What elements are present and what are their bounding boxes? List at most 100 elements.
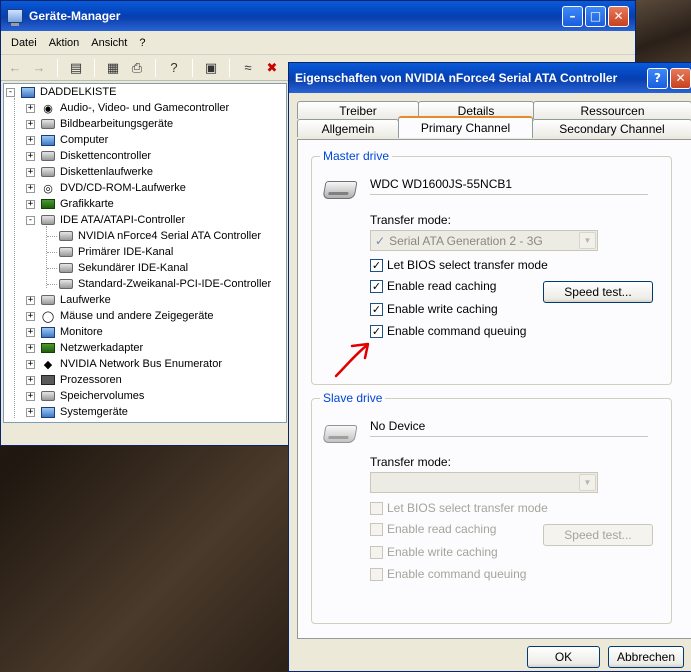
close-button[interactable]: ✕ xyxy=(608,5,629,27)
master-speed-test-button[interactable]: Speed test... xyxy=(543,281,653,303)
expand-toggle[interactable]: + xyxy=(26,103,35,113)
tree-item[interactable]: + Grafikkarte xyxy=(26,196,114,212)
tree-child-item[interactable]: NVIDIA nForce4 Serial ATA Controller xyxy=(58,228,261,244)
slave-drive-group: Slave drive No Device Transfer mode: ▼ L… xyxy=(311,391,672,624)
expand-toggle[interactable]: + xyxy=(26,391,35,401)
master-transfer-select[interactable]: ✓ Serial ATA Generation 2 - 3G ▼ xyxy=(370,230,598,251)
maximize-button[interactable]: □ xyxy=(585,5,606,27)
checkbox[interactable]: ✓ xyxy=(370,258,383,272)
show-hide-tree-icon[interactable]: ▤ xyxy=(66,59,86,77)
toolbar-separator xyxy=(57,58,58,77)
tree-item-label: Prozessoren xyxy=(60,374,122,386)
expand-toggle[interactable]: + xyxy=(26,135,35,145)
tree-item[interactable]: + Speichervolumes xyxy=(26,388,144,404)
tab-secondary-channel[interactable]: Secondary Channel xyxy=(532,119,691,137)
option-label: Enable read caching xyxy=(387,522,497,536)
slave-write-caching-option[interactable]: Enable write caching xyxy=(370,545,498,559)
expand-toggle[interactable]: + xyxy=(26,343,35,353)
device-tree[interactable]: - DADDELKISTE + ◉ Audio-, Video- und Gam… xyxy=(3,83,287,423)
tree-item-label: Netzwerkadapter xyxy=(60,342,144,354)
menu-ansicht[interactable]: Ansicht xyxy=(85,35,133,51)
option-label: Enable command queuing xyxy=(387,567,527,581)
minimize-button[interactable]: – xyxy=(562,5,583,27)
tree-item[interactable]: + Systemgeräte xyxy=(26,404,128,420)
cdrom-icon: ◎ xyxy=(43,182,53,195)
tree-line xyxy=(47,236,57,237)
hard-drive-icon xyxy=(322,425,358,443)
expand-toggle[interactable]: + xyxy=(26,407,35,417)
master-transfer-value: Serial ATA Generation 2 - 3G xyxy=(389,233,543,248)
audio-icon: ◉ xyxy=(43,102,53,115)
help-icon[interactable]: ? xyxy=(164,59,184,77)
tree-item-label: Audio-, Video- und Gamecontroller xyxy=(60,102,230,114)
dialog-titlebar[interactable]: Eigenschaften von NVIDIA nForce4 Serial … xyxy=(289,63,691,93)
tree-item[interactable]: + Prozessoren xyxy=(26,372,122,388)
master-read-caching-option[interactable]: ✓ Enable read caching xyxy=(370,279,496,293)
expand-toggle[interactable]: + xyxy=(26,119,35,129)
device-manager-titlebar[interactable]: Geräte-Manager – □ ✕ xyxy=(1,1,635,31)
slave-command-queuing-option[interactable]: Enable command queuing xyxy=(370,567,526,581)
slave-speed-test-button[interactable]: Speed test... xyxy=(543,524,653,546)
master-bios-option[interactable]: ✓ Let BIOS select transfer mode xyxy=(370,258,548,272)
collapse-toggle[interactable]: - xyxy=(6,87,15,97)
floppy-drive-icon xyxy=(40,165,56,179)
tree-item[interactable]: + Diskettenlaufwerke xyxy=(26,164,153,180)
tree-item[interactable]: + Diskettencontroller xyxy=(26,148,151,164)
menu-help[interactable]: ? xyxy=(133,35,151,51)
tree-child-item[interactable]: Standard-Zweikanal-PCI-IDE-Controller xyxy=(58,276,271,292)
master-write-caching-option[interactable]: ✓ Enable write caching xyxy=(370,302,498,316)
print-icon[interactable]: ⎙ xyxy=(127,59,147,77)
checkbox[interactable] xyxy=(370,545,383,559)
tree-item[interactable]: + ◎ DVD/CD-ROM-Laufwerke xyxy=(26,180,186,196)
tree-item[interactable]: + Monitore xyxy=(26,324,103,340)
tree-child-item[interactable]: Primärer IDE-Kanal xyxy=(58,244,173,260)
help-button[interactable]: ? xyxy=(647,67,668,89)
checkbox[interactable]: ✓ xyxy=(370,302,383,316)
expand-toggle[interactable]: + xyxy=(26,183,35,193)
ok-button[interactable]: OK xyxy=(527,646,600,668)
forward-arrow-icon[interactable]: → xyxy=(29,59,49,77)
tab-primary-channel[interactable]: Primary Channel xyxy=(398,116,533,138)
checkbox[interactable] xyxy=(370,501,383,515)
back-arrow-icon[interactable]: ← xyxy=(5,59,25,77)
expand-toggle[interactable]: + xyxy=(26,199,35,209)
properties-icon[interactable]: ▦ xyxy=(103,59,123,77)
update-driver-icon[interactable]: ≈ xyxy=(238,59,258,77)
tab-ressourcen[interactable]: Ressourcen xyxy=(533,101,691,119)
tree-item-label: Sekundärer IDE-Kanal xyxy=(78,262,189,274)
expand-toggle[interactable]: + xyxy=(26,375,35,385)
checkbox[interactable] xyxy=(370,522,383,536)
checkbox[interactable]: ✓ xyxy=(370,324,383,338)
menu-datei[interactable]: Datei xyxy=(5,35,43,51)
tree-child-item[interactable]: Sekundärer IDE-Kanal xyxy=(58,260,188,276)
cancel-button[interactable]: Abbrechen xyxy=(608,646,684,668)
tree-item[interactable]: + ◯ Mäuse und andere Zeigegeräte xyxy=(26,308,214,324)
tree-item[interactable]: + ◉ Audio-, Video- und Gamecontroller xyxy=(26,100,229,116)
menu-aktion[interactable]: Aktion xyxy=(43,35,86,51)
expand-toggle[interactable]: + xyxy=(26,327,35,337)
expand-toggle[interactable]: + xyxy=(26,167,35,177)
slave-transfer-select[interactable]: ▼ xyxy=(370,472,598,493)
expand-toggle[interactable]: + xyxy=(26,295,35,305)
tree-item[interactable]: + ◆ NVIDIA Network Bus Enumerator xyxy=(26,356,222,372)
tree-item[interactable]: + Laufwerke xyxy=(26,292,111,308)
slave-bios-option[interactable]: Let BIOS select transfer mode xyxy=(370,501,548,515)
slave-read-caching-option[interactable]: Enable read caching xyxy=(370,522,496,536)
tree-item[interactable]: - IDE ATA/ATAPI-Controller xyxy=(26,212,185,228)
tree-item[interactable]: + Computer xyxy=(26,132,108,148)
checkbox[interactable]: ✓ xyxy=(370,279,383,293)
tab-allgemein[interactable]: Allgemein xyxy=(297,119,399,137)
checkbox[interactable] xyxy=(370,567,383,581)
expand-toggle[interactable]: + xyxy=(26,311,35,321)
tree-item-label: Systemgeräte xyxy=(60,406,128,418)
tree-item[interactable]: + Bildbearbeitungsgeräte xyxy=(26,116,173,132)
tree-item[interactable]: + Netzwerkadapter xyxy=(26,340,143,356)
tree-root[interactable]: - DADDELKISTE xyxy=(6,84,116,100)
collapse-toggle[interactable]: - xyxy=(26,215,35,225)
expand-toggle[interactable]: + xyxy=(26,151,35,161)
uninstall-icon[interactable]: ✖ xyxy=(262,59,282,77)
expand-toggle[interactable]: + xyxy=(26,359,35,369)
close-button[interactable]: ✕ xyxy=(670,67,691,89)
master-command-queuing-option[interactable]: ✓ Enable command queuing xyxy=(370,324,526,338)
scan-hardware-icon[interactable]: ▣ xyxy=(201,59,221,77)
